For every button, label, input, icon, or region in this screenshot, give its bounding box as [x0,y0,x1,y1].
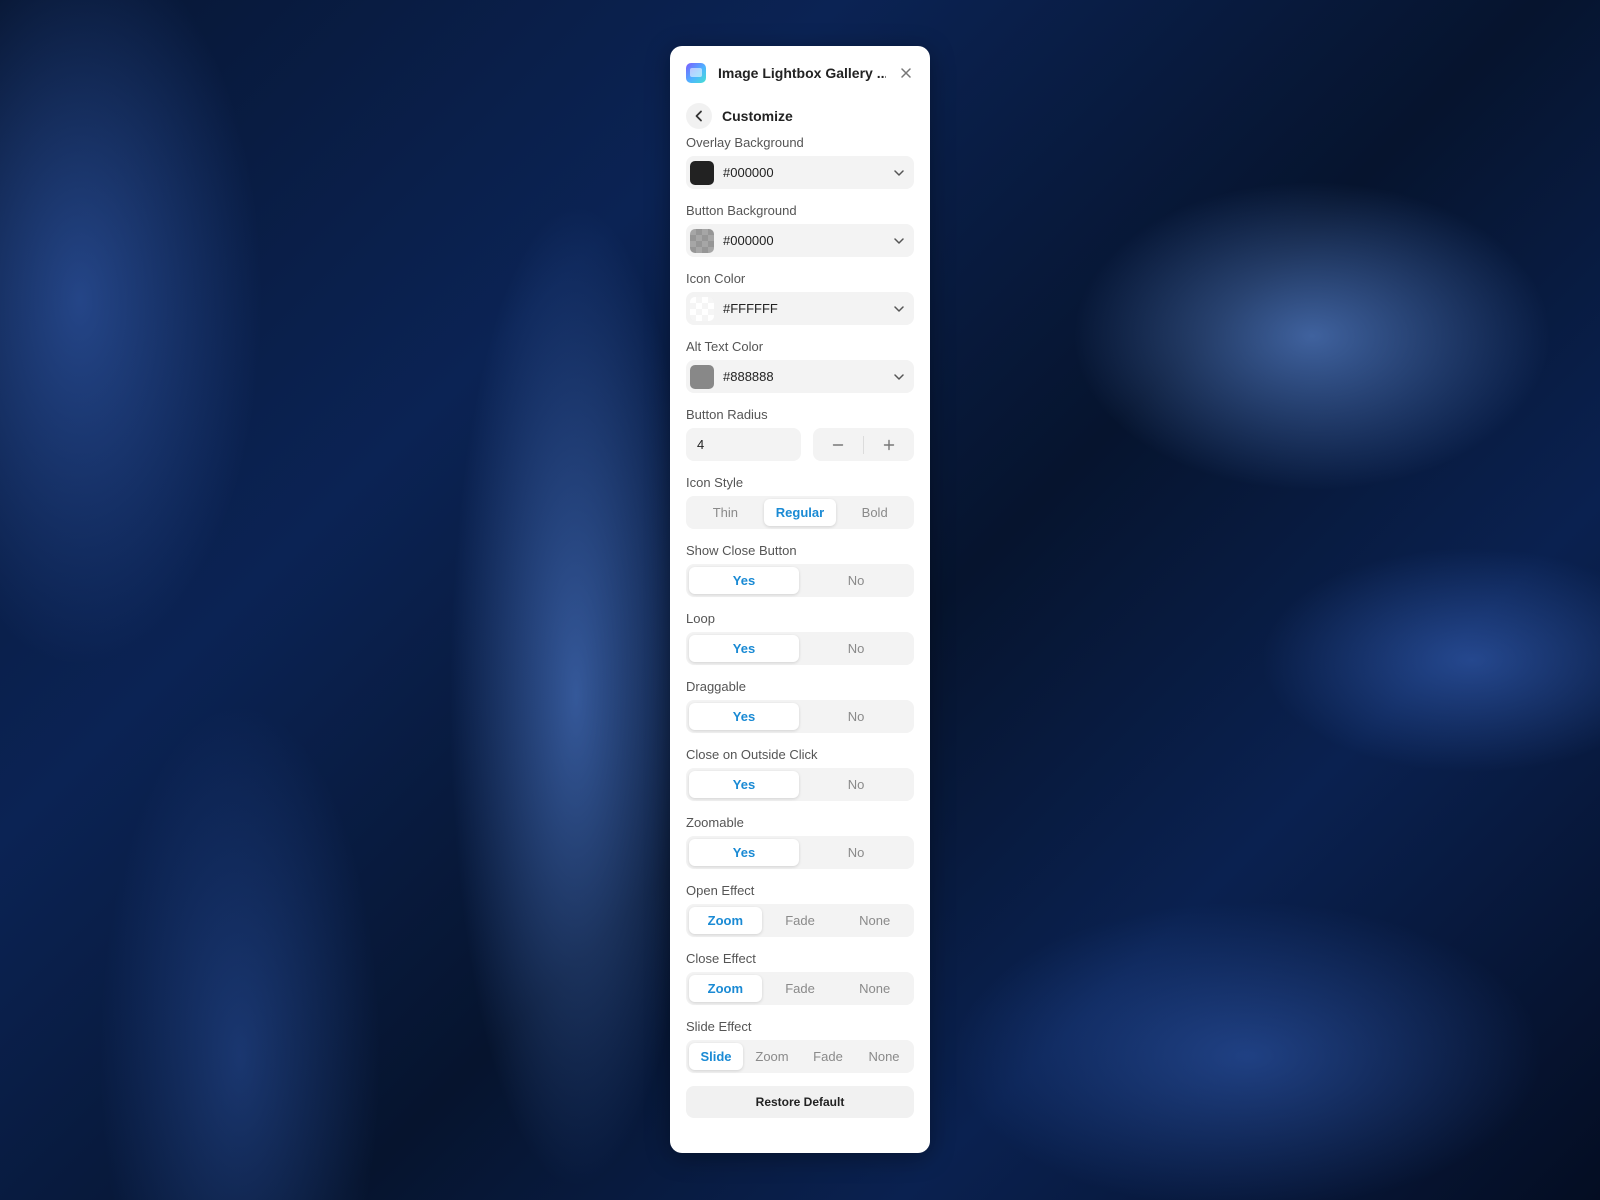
select-value: #FFFFFF [723,301,778,316]
field-close-on-outside-click: Close on Outside Click Yes No [686,746,914,801]
button-radius-row [686,428,914,461]
app-logo-icon [686,63,706,83]
segment-thin[interactable]: Thin [689,499,762,526]
plus-icon [883,439,895,451]
field-label: Open Effect [686,883,755,898]
open-effect-segmented: Zoom Fade None [686,904,914,937]
close-on-outside-click-toggle: Yes No [686,768,914,801]
customize-panel: Image Lightbox Gallery ... Customize Ove… [670,46,930,1153]
chevron-left-icon [694,110,704,122]
select-value: #000000 [723,233,774,248]
segment-yes[interactable]: Yes [689,567,799,594]
button-radius-stepper [813,428,914,461]
back-button[interactable] [686,103,712,129]
field-icon-style: Icon Style Thin Regular Bold [686,474,914,529]
chevron-down-icon [893,371,905,383]
segment-none[interactable]: None [838,975,911,1002]
restore-default-button[interactable]: Restore Default [686,1086,914,1118]
segment-regular[interactable]: Regular [763,499,837,526]
segment-zoom[interactable]: Zoom [689,975,762,1002]
field-loop: Loop Yes No [686,610,914,665]
segment-bold[interactable]: Bold [838,499,911,526]
field-label: Icon Color [686,271,746,286]
field-button-radius: Button Radius [686,406,914,461]
alt-text-color-select[interactable]: #888888 [686,360,914,393]
minus-icon [832,439,844,451]
color-swatch [690,228,714,253]
segment-yes[interactable]: Yes [689,635,799,662]
segment-none[interactable]: None [857,1043,911,1070]
chevron-down-icon [893,235,905,247]
icon-style-segmented: Thin Regular Bold [686,496,914,529]
segment-no[interactable]: No [801,839,911,866]
field-label: Loop [686,611,715,626]
segment-fade[interactable]: Fade [764,907,837,934]
chevron-down-icon [893,167,905,179]
field-label: Button Background [686,203,797,218]
button-background-select[interactable]: #000000 [686,224,914,257]
field-alt-text-color: Alt Text Color #888888 [686,338,914,393]
field-label: Zoomable [686,815,744,830]
segment-fade[interactable]: Fade [801,1043,855,1070]
field-label: Close Effect [686,951,756,966]
button-radius-input[interactable] [686,428,801,461]
field-slide-effect: Slide Effect Slide Zoom Fade None [686,1018,914,1073]
segment-no[interactable]: No [801,567,911,594]
field-draggable: Draggable Yes No [686,678,914,733]
close-icon[interactable] [898,65,914,81]
segment-yes[interactable]: Yes [689,839,799,866]
chevron-down-icon [893,303,905,315]
slide-effect-segmented: Slide Zoom Fade None [686,1040,914,1073]
field-close-effect: Close Effect Zoom Fade None [686,950,914,1005]
segment-yes[interactable]: Yes [689,771,799,798]
select-value: #888888 [723,369,774,384]
segment-yes[interactable]: Yes [689,703,799,730]
field-label: Close on Outside Click [686,747,818,762]
field-label: Show Close Button [686,543,797,558]
increment-button[interactable] [864,428,914,461]
segment-none[interactable]: None [838,907,911,934]
field-button-background: Button Background #000000 [686,202,914,257]
color-swatch [690,296,714,321]
segment-no[interactable]: No [801,771,911,798]
zoomable-toggle: Yes No [686,836,914,869]
field-label: Alt Text Color [686,339,764,354]
field-label: Slide Effect [686,1019,752,1034]
select-value: #000000 [723,165,774,180]
color-swatch [690,364,714,389]
panel-header: Image Lightbox Gallery ... [686,46,914,100]
decrement-button[interactable] [813,428,863,461]
color-swatch [690,160,714,185]
show-close-button-toggle: Yes No [686,564,914,597]
segment-zoom[interactable]: Zoom [689,907,762,934]
customize-subheader: Customize [686,100,914,132]
app-title: Image Lightbox Gallery ... [718,65,886,81]
close-effect-segmented: Zoom Fade None [686,972,914,1005]
segment-slide[interactable]: Slide [689,1043,743,1070]
field-icon-color: Icon Color #FFFFFF [686,270,914,325]
segment-zoom[interactable]: Zoom [745,1043,799,1070]
icon-color-select[interactable]: #FFFFFF [686,292,914,325]
segment-fade[interactable]: Fade [764,975,837,1002]
overlay-background-select[interactable]: #000000 [686,156,914,189]
loop-toggle: Yes No [686,632,914,665]
segment-no[interactable]: No [801,703,911,730]
page-title: Customize [722,108,793,124]
draggable-toggle: Yes No [686,700,914,733]
field-overlay-background: Overlay Background #000000 [686,134,914,189]
field-label: Button Radius [686,407,768,422]
field-label: Icon Style [686,475,744,490]
field-show-close-button: Show Close Button Yes No [686,542,914,597]
segment-no[interactable]: No [801,635,911,662]
field-label: Draggable [686,679,746,694]
field-label: Overlay Background [686,135,804,150]
field-zoomable: Zoomable Yes No [686,814,914,869]
field-open-effect: Open Effect Zoom Fade None [686,882,914,937]
